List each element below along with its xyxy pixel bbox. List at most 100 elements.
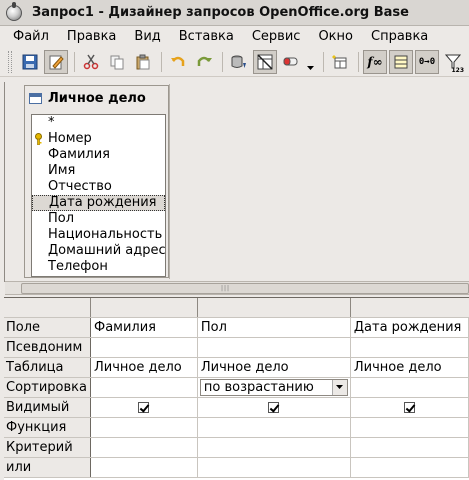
row-label-sort: Сортировка — [4, 377, 91, 398]
table-window-header[interactable]: Личное дело — [25, 86, 168, 110]
title-bar[interactable]: Запрос1 - Дизайнер запросов OpenOffice.o… — [0, 0, 469, 26]
grid-corner — [4, 298, 91, 318]
cell-function-2[interactable] — [197, 417, 351, 438]
table-window-resize-edge[interactable] — [169, 84, 170, 279]
field-item-name[interactable]: Имя — [32, 163, 165, 179]
cell-function-3[interactable] — [350, 417, 469, 438]
row-label-table: Таблица — [4, 357, 91, 378]
column-header-1[interactable] — [90, 298, 198, 318]
field-item-all[interactable]: * — [32, 115, 165, 131]
field-list[interactable]: * Номер Фамилия Имя Отчество Дата рожден… — [31, 114, 166, 277]
cell-function-1[interactable] — [90, 417, 198, 438]
column-header-2[interactable] — [197, 298, 351, 318]
menu-window[interactable]: Окно — [309, 29, 362, 44]
grid-row-alias: Псевдоним — [4, 337, 469, 358]
cell-field-1[interactable]: Фамилия — [90, 317, 198, 338]
field-item-surname[interactable]: Фамилия — [32, 147, 165, 163]
undo-button[interactable] — [166, 50, 190, 74]
copy-button[interactable] — [105, 50, 129, 74]
cell-table-1[interactable]: Личное дело — [90, 357, 198, 378]
save-button[interactable] — [18, 50, 42, 74]
cell-or-1[interactable] — [90, 457, 198, 478]
add-table-button[interactable] — [328, 50, 352, 74]
redo-button[interactable] — [192, 50, 216, 74]
distinct-values-label: 123 — [451, 66, 464, 74]
cell-criterion-3[interactable] — [350, 437, 469, 458]
row-label-field: Поле — [4, 317, 91, 338]
clear-query-icon — [283, 57, 298, 65]
menu-edit[interactable]: Правка — [58, 29, 125, 44]
toolbar-separator — [222, 51, 223, 72]
alias-button[interactable]: 0→0 — [415, 49, 439, 74]
sort-dropdown-button[interactable] — [331, 379, 347, 395]
toolbar: f∞ 0→0 123 — [0, 47, 469, 77]
table-name-button[interactable] — [389, 49, 413, 74]
cell-field-3[interactable]: Дата рождения — [350, 317, 469, 338]
query-designer-window: Запрос1 - Дизайнер запросов OpenOffice.o… — [0, 0, 469, 480]
cell-sort-3[interactable] — [350, 377, 469, 398]
grid-row-table: Таблица Личное дело Личное дело Личное д… — [4, 357, 469, 378]
table-pane[interactable]: Личное дело * Номер Фамилия Имя Отчество… — [0, 78, 469, 283]
design-view-toggle-icon — [257, 53, 273, 70]
field-item-number[interactable]: Номер — [32, 131, 165, 147]
field-item-birth-date[interactable]: Дата рождения — [32, 195, 165, 211]
run-query-icon — [231, 55, 246, 68]
cell-table-2[interactable]: Личное дело — [197, 357, 351, 378]
field-item-patronymic[interactable]: Отчество — [32, 179, 165, 195]
clear-query-dropdown[interactable] — [305, 50, 315, 74]
menu-view[interactable]: Вид — [125, 29, 169, 44]
menu-insert[interactable]: Вставка — [170, 29, 243, 44]
field-item-nationality[interactable]: Национальность — [32, 227, 165, 243]
table-window[interactable]: Личное дело * Номер Фамилия Имя Отчество… — [24, 85, 169, 278]
chevron-down-icon — [306, 65, 314, 70]
paste-button[interactable] — [131, 50, 155, 74]
functions-button[interactable]: f∞ — [363, 49, 387, 74]
cell-sort-2[interactable]: по возрастанию — [197, 377, 351, 398]
menu-file[interactable]: Файл — [4, 29, 58, 44]
cell-criterion-2[interactable] — [197, 437, 351, 458]
menu-tools[interactable]: Сервис — [243, 29, 310, 44]
visible-checkbox-1[interactable] — [138, 401, 150, 413]
cut-button[interactable] — [79, 50, 103, 74]
grid-row-criterion: Критерий — [4, 437, 469, 458]
scrollbar-thumb[interactable] — [21, 283, 469, 294]
query-design-grid[interactable]: Поле Фамилия Пол Дата рождения Псевдоним… — [4, 297, 469, 480]
field-item-home-address[interactable]: Домашний адрес — [32, 243, 165, 259]
cell-table-3[interactable]: Личное дело — [350, 357, 469, 378]
menu-bar: Файл Правка Вид Вставка Сервис Окно Спра… — [0, 26, 469, 47]
toolbar-separator — [358, 51, 359, 72]
row-label-criterion: Критерий — [4, 437, 91, 458]
edit-mode-button[interactable] — [44, 49, 68, 74]
toolbar-separator — [323, 51, 324, 72]
openoffice-app-icon[interactable] — [6, 1, 22, 21]
column-header-3[interactable] — [350, 298, 469, 318]
menu-help[interactable]: Справка — [362, 29, 437, 44]
cell-alias-3[interactable] — [350, 337, 469, 358]
redo-icon — [197, 56, 212, 66]
primary-key-icon — [35, 133, 42, 145]
distinct-values-button[interactable]: 123 — [441, 50, 465, 74]
row-label-visible: Видимый — [4, 397, 91, 418]
visible-checkbox-2[interactable] — [268, 401, 280, 413]
field-item-gender[interactable]: Пол — [32, 211, 165, 227]
visible-checkbox-3[interactable] — [403, 401, 415, 413]
cell-sort-1[interactable] — [90, 377, 198, 398]
run-query-button[interactable] — [227, 50, 251, 74]
copy-icon — [110, 55, 124, 69]
design-view-toggle-button[interactable] — [253, 49, 277, 74]
field-item-phone[interactable]: Телефон — [32, 259, 165, 275]
cell-alias-2[interactable] — [197, 337, 351, 358]
clear-query-button[interactable] — [279, 50, 303, 74]
toolbar-grip[interactable] — [8, 50, 12, 73]
cell-alias-1[interactable] — [90, 337, 198, 358]
table-name-icon — [394, 55, 408, 68]
pane-left-border — [4, 82, 5, 282]
cell-field-2[interactable]: Пол — [197, 317, 351, 338]
horizontal-scrollbar[interactable]: ||| — [5, 281, 469, 295]
sort-order-select[interactable]: по возрастанию — [199, 378, 348, 396]
paste-icon — [136, 54, 150, 69]
add-table-icon — [332, 54, 347, 68]
cell-or-2[interactable] — [197, 457, 351, 478]
cell-or-3[interactable] — [350, 457, 469, 478]
cell-criterion-1[interactable] — [90, 437, 198, 458]
